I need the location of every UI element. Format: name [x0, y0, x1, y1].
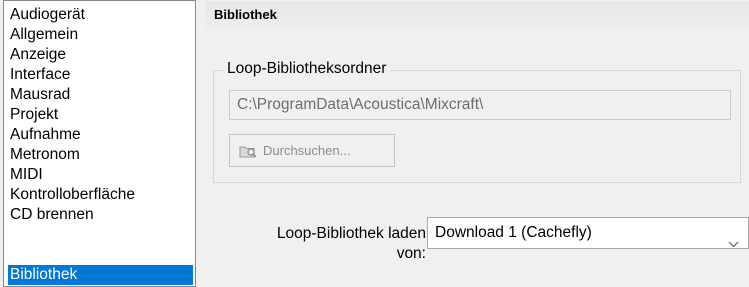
loop-folder-group-title: Loop-Bibliotheksordner [223, 59, 391, 79]
chevron-down-icon[interactable] [728, 229, 739, 259]
sidebar-item-kontrolloberflaeche[interactable]: Kontrolloberfläche [9, 185, 135, 205]
load-source-select[interactable]: Download 1 (Cachefly) [427, 217, 749, 249]
sidebar-item-interface[interactable]: Interface [9, 65, 70, 85]
browse-button[interactable]: Durchsuchen... [229, 134, 395, 167]
sidebar-item-cd-brennen[interactable]: CD brennen [9, 205, 94, 225]
settings-category-list[interactable]: Audiogerät Allgemein Anzeige Interface M… [3, 0, 196, 287]
sidebar-item-audiogeraet[interactable]: Audiogerät [9, 5, 85, 25]
load-from-label-line2: von: [396, 245, 426, 262]
load-source-value: Download 1 (Cachefly) [435, 224, 592, 241]
loop-folder-path-field[interactable]: C:\ProgramData\Acoustica\Mixcraft\ [229, 90, 731, 120]
sidebar-item-mausrad[interactable]: Mausrad [9, 85, 70, 105]
browse-button-label: Durchsuchen... [263, 143, 351, 158]
sidebar-item-midi[interactable]: MIDI [9, 165, 43, 185]
load-from-label-line1: Loop-Bibliothek laden [276, 225, 426, 242]
load-from-label: Loop-Bibliothek laden von: [230, 224, 426, 264]
folder-search-icon [239, 143, 257, 159]
section-title: Bibliothek [205, 1, 749, 29]
sidebar-item-aufnahme[interactable]: Aufnahme [9, 125, 81, 145]
sidebar-item-allgemein[interactable]: Allgemein [9, 25, 78, 45]
sidebar-item-projekt[interactable]: Projekt [9, 105, 58, 125]
sidebar-item-anzeige[interactable]: Anzeige [9, 45, 66, 65]
sidebar-item-metronom[interactable]: Metronom [9, 145, 80, 165]
sidebar-item-bibliothek[interactable]: Bibliothek [8, 265, 193, 285]
